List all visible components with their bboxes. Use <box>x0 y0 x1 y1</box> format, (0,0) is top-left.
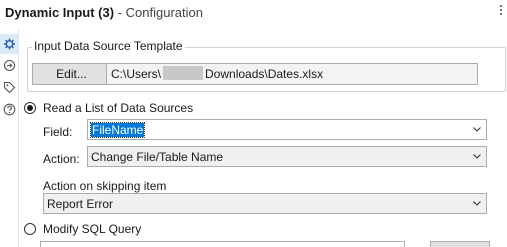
annotation-tab[interactable] <box>3 81 16 94</box>
title-suffix: - Configuration <box>114 5 203 20</box>
action-value: Change File/Table Name <box>91 150 224 164</box>
connections-tab[interactable] <box>3 59 16 72</box>
edit-button[interactable]: Edit... <box>32 63 111 85</box>
skip-action-select[interactable]: Report Error <box>43 193 487 214</box>
side-toolbar <box>0 30 19 247</box>
chevron-down-icon <box>473 127 481 132</box>
template-group-title: Input Data Source Template <box>32 39 185 53</box>
field-select[interactable]: FileName <box>87 119 487 140</box>
path-suffix: Downloads\Dates.xlsx <box>205 67 324 81</box>
help-icon <box>3 103 16 116</box>
action-label: Action: <box>43 152 80 166</box>
field-label: Field: <box>43 125 73 139</box>
path-prefix: C:\Users\ <box>111 67 162 81</box>
connection-icon <box>3 59 16 72</box>
modify-sql-label: Modify SQL Query <box>43 222 142 236</box>
skip-action-label: Action on skipping item <box>43 179 167 193</box>
title-bar: Dynamic Input (3) - Configuration <box>0 0 507 26</box>
modify-sql-radio[interactable] <box>24 223 36 235</box>
sql-query-button[interactable] <box>430 241 490 247</box>
chevron-down-icon <box>473 154 481 159</box>
action-select[interactable]: Change File/Table Name <box>87 146 487 167</box>
field-value: FileName <box>89 122 146 138</box>
read-list-radio[interactable] <box>24 102 36 114</box>
modify-sql-option[interactable]: Modify SQL Query <box>24 221 141 237</box>
chevron-down-icon <box>473 201 481 206</box>
read-list-option[interactable]: Read a List of Data Sources <box>24 100 193 116</box>
redacted-username <box>163 66 204 80</box>
tool-name: Dynamic Input (3) <box>5 5 115 20</box>
configuration-panel: Input Data Source Template Edit... C:\Us… <box>20 30 507 247</box>
configuration-tab[interactable] <box>0 34 19 54</box>
sql-query-field[interactable] <box>40 241 405 247</box>
more-options-icon[interactable] <box>498 5 504 19</box>
gear-icon <box>4 38 15 50</box>
skip-action-value: Report Error <box>47 197 114 211</box>
window-title: Dynamic Input (3) - Configuration <box>5 5 203 20</box>
tag-icon <box>3 81 16 94</box>
help-tab[interactable] <box>3 103 16 116</box>
read-list-label: Read a List of Data Sources <box>43 101 194 115</box>
template-path-field: C:\Users\ Downloads\Dates.xlsx <box>106 63 478 85</box>
